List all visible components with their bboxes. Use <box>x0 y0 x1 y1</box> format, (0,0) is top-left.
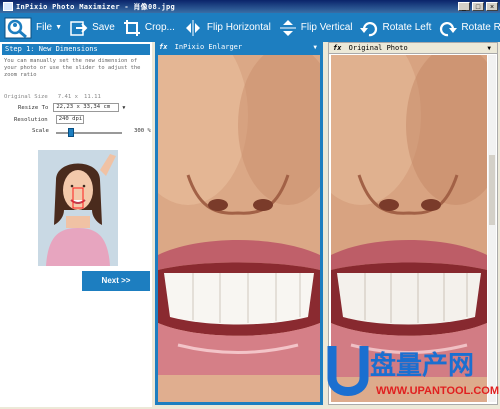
rotate-left-button[interactable]: Rotate Left <box>356 13 435 42</box>
resolution-input[interactable]: 240 dpi <box>55 115 84 124</box>
title-bar: InPixio Photo Maximizer - 肖像08.jpg _ □ × <box>0 0 500 13</box>
original-size-label: Original Size <box>4 94 48 100</box>
fx-icon: fx <box>159 43 168 51</box>
scale-value: 300 % <box>134 128 151 134</box>
unit-dropdown-icon[interactable]: ▼ <box>122 105 125 111</box>
rotate-right-button[interactable]: Rotate Right <box>435 13 500 42</box>
enlarger-panel: fx InPixio Enlarger ▼ <box>155 42 323 405</box>
window-title: InPixio Photo Maximizer - 肖像08.jpg <box>16 2 176 11</box>
flip-vertical-button[interactable]: Flip Vertical <box>275 13 357 42</box>
enlarger-panel-header[interactable]: fx InPixio Enlarger ▼ <box>155 42 323 53</box>
crop-label: Crop... <box>144 22 175 33</box>
rotate-left-label: Rotate Left <box>382 22 432 33</box>
scale-label: Scale <box>32 128 49 134</box>
rotate-right-label: Rotate Right <box>461 22 500 33</box>
maximize-button[interactable]: □ <box>472 2 484 11</box>
crop-icon <box>123 19 140 36</box>
watermark-brand: 盘量产网 <box>370 350 474 381</box>
resize-label: Resize To <box>18 104 49 111</box>
magnifier-person-icon <box>4 17 32 38</box>
original-title: Original Photo <box>348 44 408 52</box>
resize-row: Resize To 22,23 x 33,34 cm ▼ <box>18 103 125 112</box>
original-height: 11.11 <box>84 94 101 100</box>
save-button[interactable]: Save <box>66 13 119 42</box>
file-label: File <box>36 22 53 33</box>
chevron-down-icon[interactable]: ▼ <box>487 43 491 54</box>
chevron-down-icon: ▼ <box>55 24 63 31</box>
scale-slider-handle[interactable] <box>68 128 74 137</box>
flip-vertical-label: Flip Vertical <box>300 22 353 33</box>
minimize-button[interactable]: _ <box>458 2 470 11</box>
step-title: Step 1: New Dimensions <box>2 44 150 55</box>
rotate-left-icon <box>360 21 378 36</box>
original-size-row: Original Size 7.41 x 11.11 <box>4 94 101 100</box>
save-arrow-icon <box>70 20 88 36</box>
resolution-label: Resolution <box>14 116 48 123</box>
flip-horizontal-label: Flip Horizontal <box>206 22 271 33</box>
step-description: You can manually set the new dimension o… <box>4 58 141 78</box>
scale-slider[interactable] <box>56 128 122 137</box>
app-icon <box>3 2 13 11</box>
rotate-right-icon <box>440 21 458 36</box>
fx-icon: fx <box>333 44 342 52</box>
next-button[interactable]: Next >> <box>82 271 150 291</box>
watermark-url: WWW.UPANTOOL.COM <box>376 385 499 397</box>
enlarged-mouth-image <box>158 55 320 402</box>
photo-thumbnail[interactable] <box>38 150 118 266</box>
enlarger-title: InPixio Enlarger <box>174 43 243 51</box>
original-panel-header[interactable]: fx Original Photo ▼ <box>329 43 497 54</box>
original-width: 7.41 x <box>57 94 78 100</box>
settings-panel: Step 1: New Dimensions You can manually … <box>0 42 152 407</box>
upantool-logo-icon: 盘量产网 WWW.UPANTOOL.COM <box>327 346 499 397</box>
chevron-down-icon[interactable]: ▼ <box>313 42 317 53</box>
flip-vertical-icon <box>279 19 296 36</box>
toolbar: File ▼ Save Crop... Flip Horizontal Flip… <box>0 13 500 42</box>
file-menu-button[interactable]: File ▼ <box>0 13 66 42</box>
resize-input[interactable]: 22,23 x 33,34 cm <box>53 103 120 112</box>
crop-button[interactable]: Crop... <box>119 13 179 42</box>
watermark: 盘量产网 WWW.UPANTOOL.COM <box>324 340 500 407</box>
close-button[interactable]: × <box>486 2 498 11</box>
flip-horizontal-button[interactable]: Flip Horizontal <box>179 13 275 42</box>
flip-horizontal-icon <box>185 19 200 36</box>
scrollbar-thumb[interactable] <box>489 155 495 225</box>
enlarged-photo-view[interactable] <box>158 55 320 402</box>
resolution-row: Resolution 240 dpi <box>14 115 84 124</box>
portrait-thumbnail-image <box>38 150 118 266</box>
save-label: Save <box>92 22 115 33</box>
window-controls: _ □ × <box>458 2 498 11</box>
